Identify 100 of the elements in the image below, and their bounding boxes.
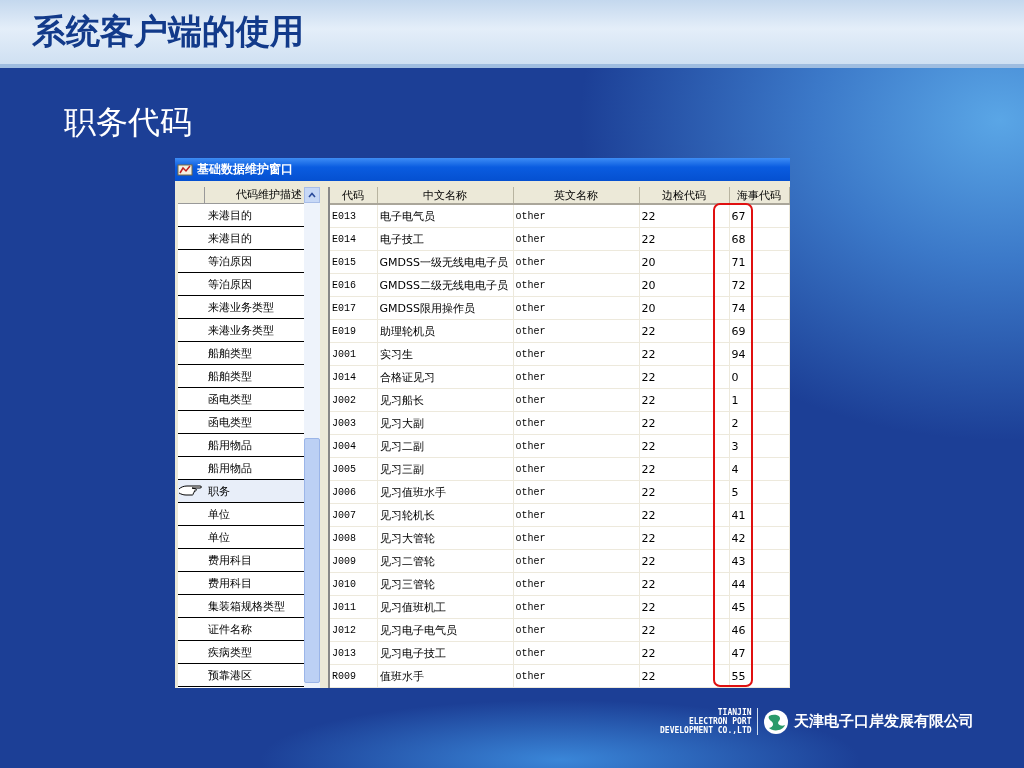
column-header[interactable]: 代码 [330, 187, 377, 204]
table-cell: J008 [330, 526, 377, 550]
table-cell: other [513, 319, 639, 343]
table-cell: 4 [729, 457, 789, 481]
table-cell: 见习值班机工 [377, 595, 513, 619]
table-cell: GMDSS限用操作员 [377, 296, 513, 320]
column-header[interactable]: 海事代码 [729, 187, 789, 204]
table-cell: J004 [330, 434, 377, 458]
table-cell: 电子技工 [377, 227, 513, 251]
table-cell: 69 [729, 319, 789, 343]
table-cell: 72 [729, 273, 789, 297]
table-cell: 22 [639, 457, 729, 481]
table-cell: 44 [729, 572, 789, 596]
table-cell: other [513, 434, 639, 458]
table-cell: 22 [639, 319, 729, 343]
table-cell: 22 [639, 227, 729, 251]
table-cell: 见习大管轮 [377, 526, 513, 550]
table-cell: other [513, 618, 639, 642]
table-cell: 43 [729, 549, 789, 573]
table-cell: 见习值班水手 [377, 480, 513, 504]
scrollbar[interactable] [304, 187, 320, 688]
table-cell: 1 [729, 388, 789, 412]
table-cell: 22 [639, 526, 729, 550]
table-cell: 22 [639, 641, 729, 665]
table-cell: 22 [639, 434, 729, 458]
table-cell: J002 [330, 388, 377, 412]
table-cell: 2 [729, 411, 789, 435]
table-cell: other [513, 503, 639, 527]
table-cell: 见习二副 [377, 434, 513, 458]
category-item[interactable]: 职务 [178, 480, 304, 503]
table-cell: 67 [729, 204, 789, 228]
column-header[interactable]: 英文名称 [513, 187, 639, 204]
table-cell: 22 [639, 204, 729, 228]
table-cell: 22 [639, 595, 729, 619]
table-cell: 22 [639, 388, 729, 412]
table-cell: J003 [330, 411, 377, 435]
table-cell: other [513, 549, 639, 573]
table-cell: 电子电气员 [377, 204, 513, 228]
company-english-name: DEVELOPMENT CO.,LTD [660, 726, 752, 735]
table-cell: E019 [330, 319, 377, 343]
table-cell: 22 [639, 503, 729, 527]
table-cell: 22 [639, 411, 729, 435]
table-cell: 22 [639, 365, 729, 389]
table-cell: 见习大副 [377, 411, 513, 435]
table-cell: other [513, 572, 639, 596]
table-cell: J009 [330, 549, 377, 573]
table-cell: J005 [330, 457, 377, 481]
swirl-logo-icon [762, 708, 789, 735]
table-cell: J006 [330, 480, 377, 504]
table-cell: J012 [330, 618, 377, 642]
table-cell: 实习生 [377, 342, 513, 366]
table-cell: 见习二管轮 [377, 549, 513, 573]
table-cell: other [513, 457, 639, 481]
table-cell: 5 [729, 480, 789, 504]
table-cell: 55 [729, 664, 789, 688]
company-english-name: ELECTRON PORT [688, 717, 752, 726]
table-cell: other [513, 342, 639, 366]
pointing-hand-icon [178, 483, 204, 499]
table-cell: 见习三管轮 [377, 572, 513, 596]
table-cell: 46 [729, 618, 789, 642]
table-cell: J013 [330, 641, 377, 665]
table-cell: E017 [330, 296, 377, 320]
table-cell: 见习轮机长 [377, 503, 513, 527]
table-cell: E015 [330, 250, 377, 274]
table-cell: 0 [729, 365, 789, 389]
slide-subtitle: 职务代码 [64, 102, 192, 142]
table-cell: R009 [330, 664, 377, 688]
table-cell: 42 [729, 526, 789, 550]
company-english-name: TIANJIN [717, 708, 752, 717]
table-cell: 41 [729, 503, 789, 527]
table-cell: 见习电子电气员 [377, 618, 513, 642]
table-cell: E013 [330, 204, 377, 228]
table-cell: other [513, 388, 639, 412]
table-cell: 47 [729, 641, 789, 665]
table-cell: other [513, 204, 639, 228]
table-cell: GMDSS二级无线电电子员 [377, 273, 513, 297]
table-cell: J011 [330, 595, 377, 619]
table-cell: 71 [729, 250, 789, 274]
table-cell: 45 [729, 595, 789, 619]
table-cell: other [513, 296, 639, 320]
column-header[interactable]: 边检代码 [639, 187, 729, 204]
column-header[interactable]: 中文名称 [377, 187, 513, 204]
table-cell: 助理轮机员 [377, 319, 513, 343]
window-title: 基础数据维护窗口 [197, 161, 293, 178]
table-cell: 值班水手 [377, 664, 513, 688]
table-cell: other [513, 595, 639, 619]
app-icon [177, 162, 193, 177]
company-name: 天津电子口岸发展有限公司 [793, 712, 974, 731]
table-cell: 见习电子技工 [377, 641, 513, 665]
table-cell: other [513, 250, 639, 274]
table-cell: J010 [330, 572, 377, 596]
table-cell: E016 [330, 273, 377, 297]
table-cell: 3 [729, 434, 789, 458]
table-cell: other [513, 480, 639, 504]
table-cell: J014 [330, 365, 377, 389]
table-cell: 20 [639, 296, 729, 320]
table-cell: 22 [639, 549, 729, 573]
table-cell: 合格证见习 [377, 365, 513, 389]
table-cell: other [513, 526, 639, 550]
table-cell: 见习三副 [377, 457, 513, 481]
